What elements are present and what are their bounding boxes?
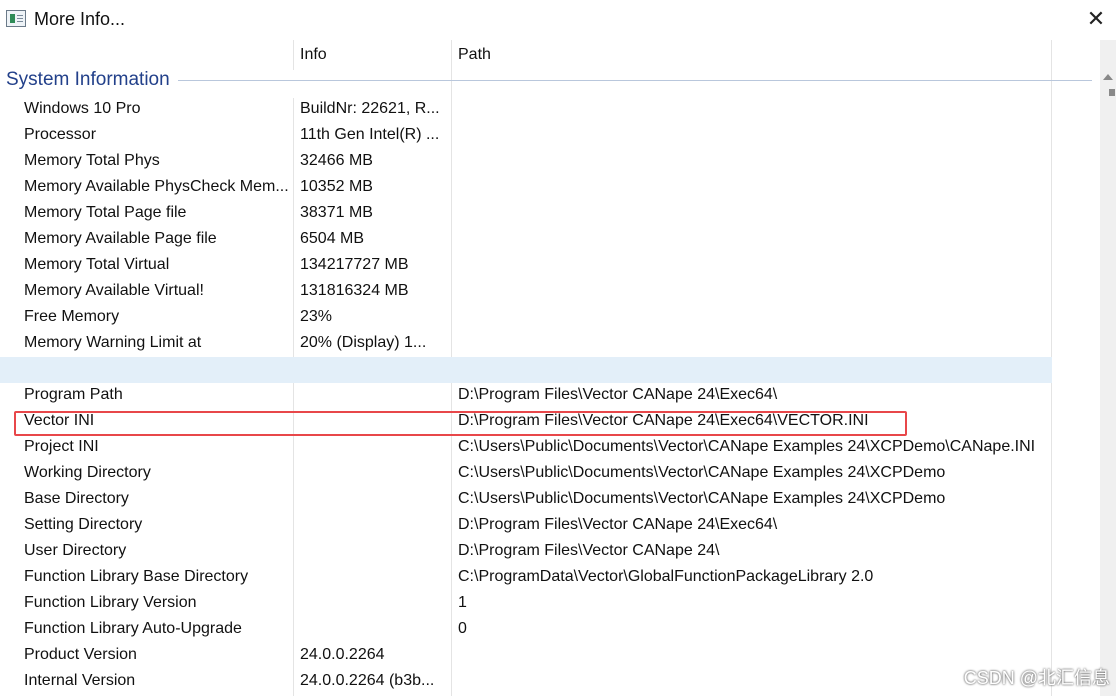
row-path-cell: 0 <box>458 620 467 637</box>
row-name-cell: Free Memory <box>24 308 120 325</box>
row-path-cell: C:\ProgramData\Vector\GlobalFunctionPack… <box>458 568 874 585</box>
row-info-cell: 20% (Display) 1... <box>300 334 427 351</box>
vertical-scrollbar[interactable] <box>1100 40 1116 696</box>
close-icon: ✕ <box>1086 6 1106 31</box>
row-info-cell: 32466 MB <box>300 152 373 169</box>
row-name-cell: Base Directory <box>24 490 129 507</box>
window-title: More Info... <box>34 9 126 29</box>
column-divider <box>293 40 294 70</box>
row-name-cell: Memory Available Page file <box>24 230 217 247</box>
column-header-path[interactable]: Path <box>458 46 491 64</box>
row-info-cell: 38371 MB <box>300 204 373 221</box>
row-info-cell: 134217727 MB <box>300 256 409 273</box>
table-row[interactable]: Memory Total Virtual 134217727 MB <box>0 253 1052 279</box>
table-row[interactable]: Function Library Base Directory C:\Progra… <box>0 565 1052 591</box>
row-name-cell: Memory Total Virtual <box>24 256 170 273</box>
app-window-icon <box>6 10 26 27</box>
row-name-cell: Memory Available Virtual! <box>24 282 204 299</box>
row-name-cell: Memory Available PhysCheck Mem... <box>24 178 288 195</box>
table-row[interactable]: Windows 10 Pro BuildNr: 22621, R... <box>0 97 1052 123</box>
table-row[interactable]: Free Memory 23% <box>0 305 1052 331</box>
row-name-cell: Memory Total Page file <box>24 204 187 221</box>
row-path-cell: C:\Users\Public\Documents\Vector\CANape … <box>458 464 946 481</box>
table-row[interactable]: Memory Available PhysCheck Mem... 10352 M… <box>0 175 1052 201</box>
row-path-cell: C:\Users\Public\Documents\Vector\CANape … <box>458 438 1036 455</box>
row-path-cell: C:\Users\Public\Documents\Vector\CANape … <box>458 490 946 507</box>
row-name-cell: Function Library Version <box>24 594 197 611</box>
row-name-cell: Project INI <box>24 438 99 455</box>
row-info-cell: 131816324 MB <box>300 282 409 299</box>
table-row[interactable]: Memory Available Virtual! 131816324 MB <box>0 279 1052 305</box>
row-name-cell: Vector INI <box>24 412 95 429</box>
row-name-cell: User Directory <box>24 542 127 559</box>
table-row[interactable]: Product Version 24.0.0.2264 <box>0 643 1052 669</box>
table-row[interactable]: Function Library Auto-Upgrade 0 <box>0 617 1052 643</box>
grid-header: Info Path <box>0 40 1052 70</box>
row-name-cell: Windows 10 Pro <box>24 100 141 117</box>
column-header-info[interactable]: Info <box>300 46 327 64</box>
table-row[interactable]: Function Library Version 1 <box>0 591 1052 617</box>
info-grid[interactable]: Info Path System Information Windows 10 … <box>0 40 1100 696</box>
scroll-up-arrow-icon[interactable] <box>1103 74 1113 80</box>
table-row[interactable]: Project INI C:\Users\Public\Documents\Vec… <box>0 435 1052 461</box>
row-name-cell: Setting Directory <box>24 516 143 533</box>
table-row[interactable]: Memory Total Page file 38371 MB <box>0 201 1052 227</box>
table-row[interactable]: Working Directory C:\Users\Public\Documen… <box>0 461 1052 487</box>
row-info-cell: 6504 MB <box>300 230 365 247</box>
row-path-cell: D:\Program Files\Vector CANape 24\Exec64… <box>458 386 778 403</box>
table-row[interactable]: Memory Warning Limit at 20% (Display) 1..… <box>0 331 1052 357</box>
table-row[interactable]: Base Directory C:\Users\Public\Documents\… <box>0 487 1052 513</box>
scroll-thumb[interactable] <box>1109 89 1115 96</box>
table-row[interactable]: Memory Available Page file 6504 MB <box>0 227 1052 253</box>
table-row[interactable]: Setting Directory D:\Program Files\Vector… <box>0 513 1052 539</box>
row-info-cell: 11th Gen Intel(R) ... <box>300 126 440 143</box>
row-name-cell: Processor <box>24 126 97 143</box>
section-title-system-information[interactable]: System Information <box>6 69 170 91</box>
row-name-cell: Internal Version <box>24 672 136 689</box>
row-name-cell: Function Library Base Directory <box>24 568 249 585</box>
row-name-cell: Function Library Auto-Upgrade <box>24 620 242 637</box>
row-info-cell: 10352 MB <box>300 178 373 195</box>
row-info-cell: 24.0.0.2264 <box>300 646 385 663</box>
row-name-cell: Working Directory <box>24 464 151 481</box>
row-path-cell: 1 <box>458 594 467 611</box>
row-info-cell: 24.0.0.2264 (b3b... <box>300 672 435 689</box>
title-bar: More Info... ✕ <box>0 0 1116 40</box>
row-info-cell: BuildNr: 22621, R... <box>300 100 440 117</box>
row-name-cell: Program Path <box>24 386 123 403</box>
table-row[interactable]: Internal Version 24.0.0.2264 (b3b... <box>0 669 1052 695</box>
table-row[interactable]: Memory Total Phys 32466 MB <box>0 149 1052 175</box>
row-path-cell: D:\Program Files\Vector CANape 24\ <box>458 542 720 559</box>
blank-separator-row[interactable] <box>0 357 1052 383</box>
section-divider <box>178 80 1092 81</box>
table-row[interactable]: Program Path D:\Program Files\Vector CANa… <box>0 383 1052 409</box>
row-name-cell: Product Version <box>24 646 137 663</box>
row-path-cell: D:\Program Files\Vector CANape 24\Exec64… <box>458 516 778 533</box>
watermark: CSDN @北汇信息 <box>963 668 1110 688</box>
row-name-cell: Memory Total Phys <box>24 152 160 169</box>
table-row[interactable]: Vector INI D:\Program Files\Vector CANape… <box>0 409 1052 435</box>
table-row[interactable]: Processor 11th Gen Intel(R) ... <box>0 123 1052 149</box>
row-path-cell: D:\Program Files\Vector CANape 24\Exec64… <box>458 412 869 429</box>
row-info-cell: 23% <box>300 308 333 325</box>
table-row[interactable]: User Directory D:\Program Files\Vector CA… <box>0 539 1052 565</box>
row-name-cell: Memory Warning Limit at <box>24 334 202 351</box>
close-button[interactable]: ✕ <box>1076 0 1116 40</box>
